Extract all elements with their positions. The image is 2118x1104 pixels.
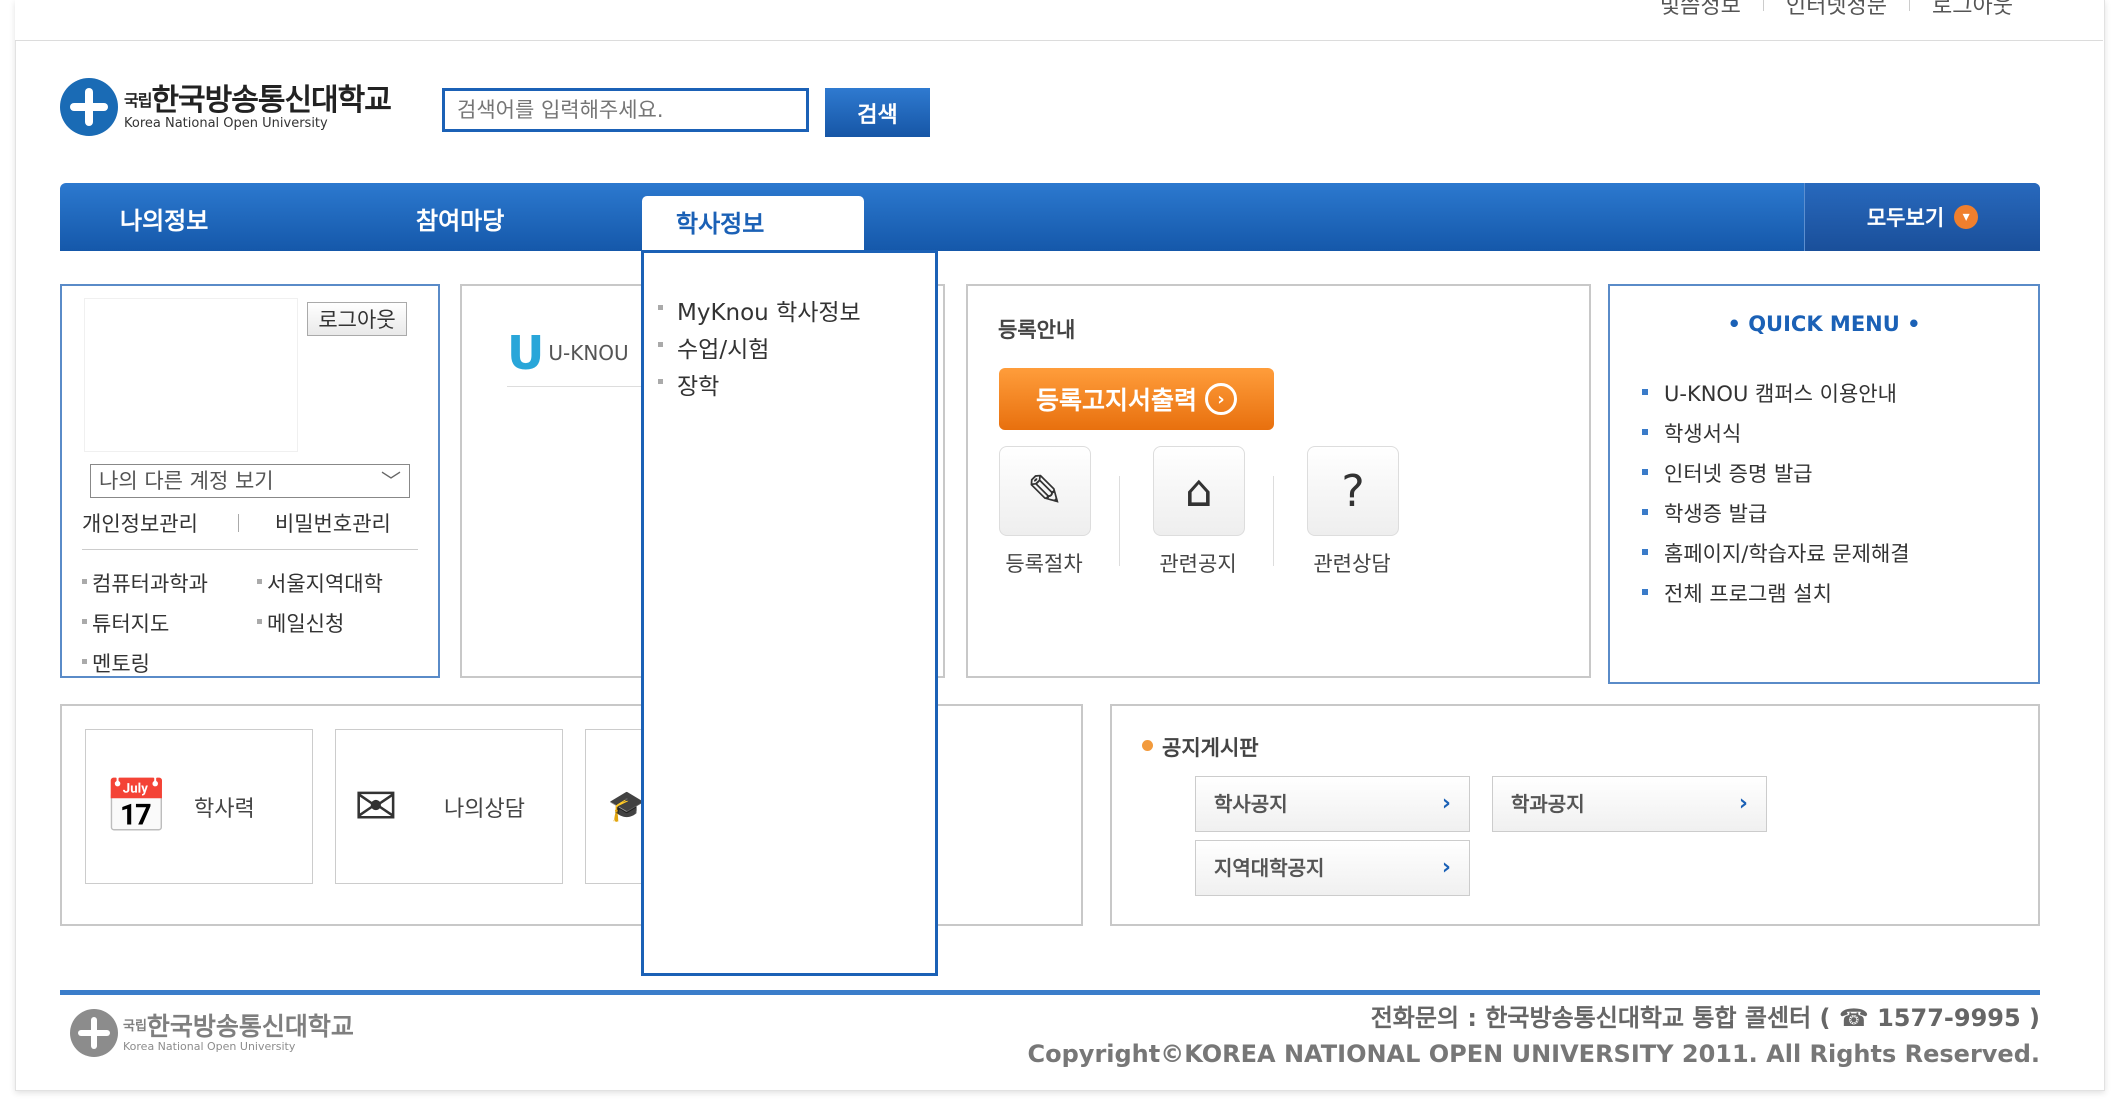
util-separator: [1762, 0, 1764, 11]
uknou-brand: U-KNOU: [548, 341, 629, 365]
notice-board-title: 공지게시판: [1142, 732, 1259, 762]
quick-link-mail[interactable]: 메일신청: [257, 608, 344, 638]
chevron-down-icon: ▾: [1954, 205, 1979, 229]
house-icon[interactable]: ⌂: [1153, 446, 1245, 536]
university-logo[interactable]: 국립한국방송통신대학교 Korea National Open Universi…: [60, 76, 415, 138]
related-notice-label[interactable]: 관련공지: [1138, 548, 1258, 578]
chevron-right-icon: ›: [1441, 791, 1451, 816]
dropdown-item-class-exam[interactable]: 수업/시험: [644, 330, 935, 367]
dropdown-item-myknou[interactable]: MyKnou 학사정보: [644, 293, 935, 330]
headset-help-icon[interactable]: ?: [1307, 446, 1399, 536]
utility-links: 빛씀정보 인터넷정문 로그아웃: [1660, 0, 2013, 20]
chevron-down-icon: ﹀: [381, 469, 401, 493]
quick-menu-panel: • QUICK MENU • U-KNOU 캠퍼스 이용안내 학생서식 인터넷 …: [1608, 284, 2040, 684]
quick-menu-title: • QUICK MENU •: [1727, 312, 1921, 336]
quick-menu-item[interactable]: 학생증 발급: [1642, 498, 1910, 538]
calendar-clock-icon: 📅: [104, 777, 169, 837]
util-link-info[interactable]: 빛씀정보: [1660, 0, 1741, 20]
letter-quill-icon: ✉: [354, 776, 398, 837]
search-input[interactable]: [442, 88, 809, 132]
quick-link-department[interactable]: 컴퓨터과학과: [82, 568, 208, 598]
account-links: 개인정보관리 비밀번호관리: [82, 508, 422, 538]
account-select-value: 나의 다른 계정 보기: [99, 469, 274, 493]
account-select[interactable]: 나의 다른 계정 보기 ﹀: [90, 464, 410, 498]
nav-item-my-info[interactable]: 나의정보: [120, 201, 208, 236]
shortcut-label: 나의상담: [444, 796, 525, 822]
notice-button-label: 학사공지: [1214, 792, 1288, 816]
university-emblem-icon: [70, 1009, 118, 1057]
footer-copyright: Copyright©KOREA NATIONAL OPEN UNIVERSITY…: [1027, 1040, 2040, 1068]
registration-title: 등록안내: [998, 318, 1076, 342]
registration-procedure-label[interactable]: 등록절차: [984, 548, 1104, 578]
print-bill-button[interactable]: 등록고지서출력 ›: [999, 368, 1274, 430]
personal-info-link[interactable]: 개인정보관리: [82, 508, 198, 538]
quick-menu-item[interactable]: 학생서식: [1642, 418, 1910, 458]
footer-phone: 전화문의 : 한국방송통신대학교 통합 콜센터 ( ☎ 1577-9995 ): [1370, 1004, 2040, 1032]
quick-link-tutor[interactable]: 튜터지도: [82, 608, 169, 638]
arrow-right-circle-icon: ›: [1205, 383, 1237, 415]
quick-menu-list: U-KNOU 캠퍼스 이용안내 학생서식 인터넷 증명 발급 학생증 발급 홈페…: [1642, 378, 1910, 618]
link-separator: [237, 514, 239, 532]
divider: [82, 549, 418, 550]
shortcut-label: 학사력: [194, 796, 255, 822]
logout-button[interactable]: 로그아웃: [307, 302, 407, 336]
related-counsel-label[interactable]: 관련상담: [1292, 548, 1412, 578]
footer-logo: 국립한국방송통신대학교 Korea National Open Universi…: [70, 1005, 370, 1061]
print-bill-label: 등록고지서출력: [1035, 386, 1197, 415]
registration-panel: 등록안내 등록고지서출력 › ✎ 등록절차 ⌂ 관련공지 ? 관련상담: [966, 284, 1591, 678]
chevron-right-icon: ›: [1738, 791, 1748, 816]
academic-notice-button[interactable]: 학사공지 ›: [1195, 776, 1470, 832]
nav-item-community[interactable]: 참여마당: [416, 201, 504, 236]
pencil-document-icon[interactable]: ✎: [999, 446, 1091, 536]
search-button[interactable]: 검색: [825, 88, 930, 137]
password-link[interactable]: 비밀번호관리: [275, 508, 391, 538]
profile-photo: [84, 298, 298, 452]
quick-link-region[interactable]: 서울지역대학: [257, 568, 383, 598]
shortcut-academic-calendar[interactable]: 📅 학사력: [85, 729, 313, 884]
quick-menu-item[interactable]: U-KNOU 캠퍼스 이용안내: [1642, 378, 1910, 418]
main-nav: 나의정보 참여마당 학사정보 모두보기 ▾: [60, 183, 2040, 254]
login-panel: 로그아웃 나의 다른 계정 보기 ﹀ 개인정보관리 비밀번호관리 컴퓨터과학과 …: [60, 284, 440, 678]
util-link-internet[interactable]: 인터넷정문: [1786, 0, 1887, 20]
shortcut-my-counsel[interactable]: ✉ 나의상담: [335, 729, 563, 884]
nav-item-academic[interactable]: 학사정보: [642, 196, 864, 254]
graduation-cap-icon: 🎓: [608, 789, 646, 824]
dropdown-item-scholarship[interactable]: 장학: [644, 367, 935, 404]
chevron-right-icon: ›: [1441, 855, 1451, 880]
view-all-button[interactable]: 모두보기 ▾: [1804, 183, 2040, 251]
footer-divider: [60, 990, 2040, 995]
department-notice-button[interactable]: 학과공지 ›: [1492, 776, 1767, 832]
notice-board-panel: 공지게시판 학사공지 › 학과공지 › 지역대학공지 ›: [1110, 704, 2040, 926]
academic-dropdown-menu: MyKnou 학사정보 수업/시험 장학: [641, 250, 938, 976]
util-link-logout[interactable]: 로그아웃: [1932, 0, 2013, 20]
util-separator: [1909, 0, 1911, 11]
uknou-u-icon: U: [507, 326, 545, 380]
logo-korean-name: 국립한국방송통신대학교: [124, 82, 392, 118]
notice-button-label: 학과공지: [1511, 792, 1585, 816]
logo-english-name: Korea National Open University: [124, 115, 328, 131]
footer-logo-english: Korea National Open University: [123, 1040, 296, 1053]
divider: [1273, 476, 1274, 566]
quick-menu-item[interactable]: 인터넷 증명 발급: [1642, 458, 1910, 498]
notice-button-label: 지역대학공지: [1214, 856, 1325, 880]
quick-menu-item[interactable]: 전체 프로그램 설치: [1642, 578, 1910, 618]
regional-notice-button[interactable]: 지역대학공지 ›: [1195, 840, 1470, 896]
view-all-label: 모두보기: [1866, 206, 1945, 230]
utility-bar: 빛씀정보 인터넷정문 로그아웃: [15, 0, 2103, 41]
footer-logo-korean: 국립한국방송통신대학교: [123, 1012, 354, 1041]
university-emblem-icon: [60, 78, 118, 136]
shortcut-graduation[interactable]: 🎓: [585, 729, 645, 884]
divider: [1119, 476, 1120, 566]
quick-link-mentoring[interactable]: 멘토링: [82, 648, 150, 678]
quick-menu-item[interactable]: 홈페이지/학습자료 문제해결: [1642, 538, 1910, 578]
